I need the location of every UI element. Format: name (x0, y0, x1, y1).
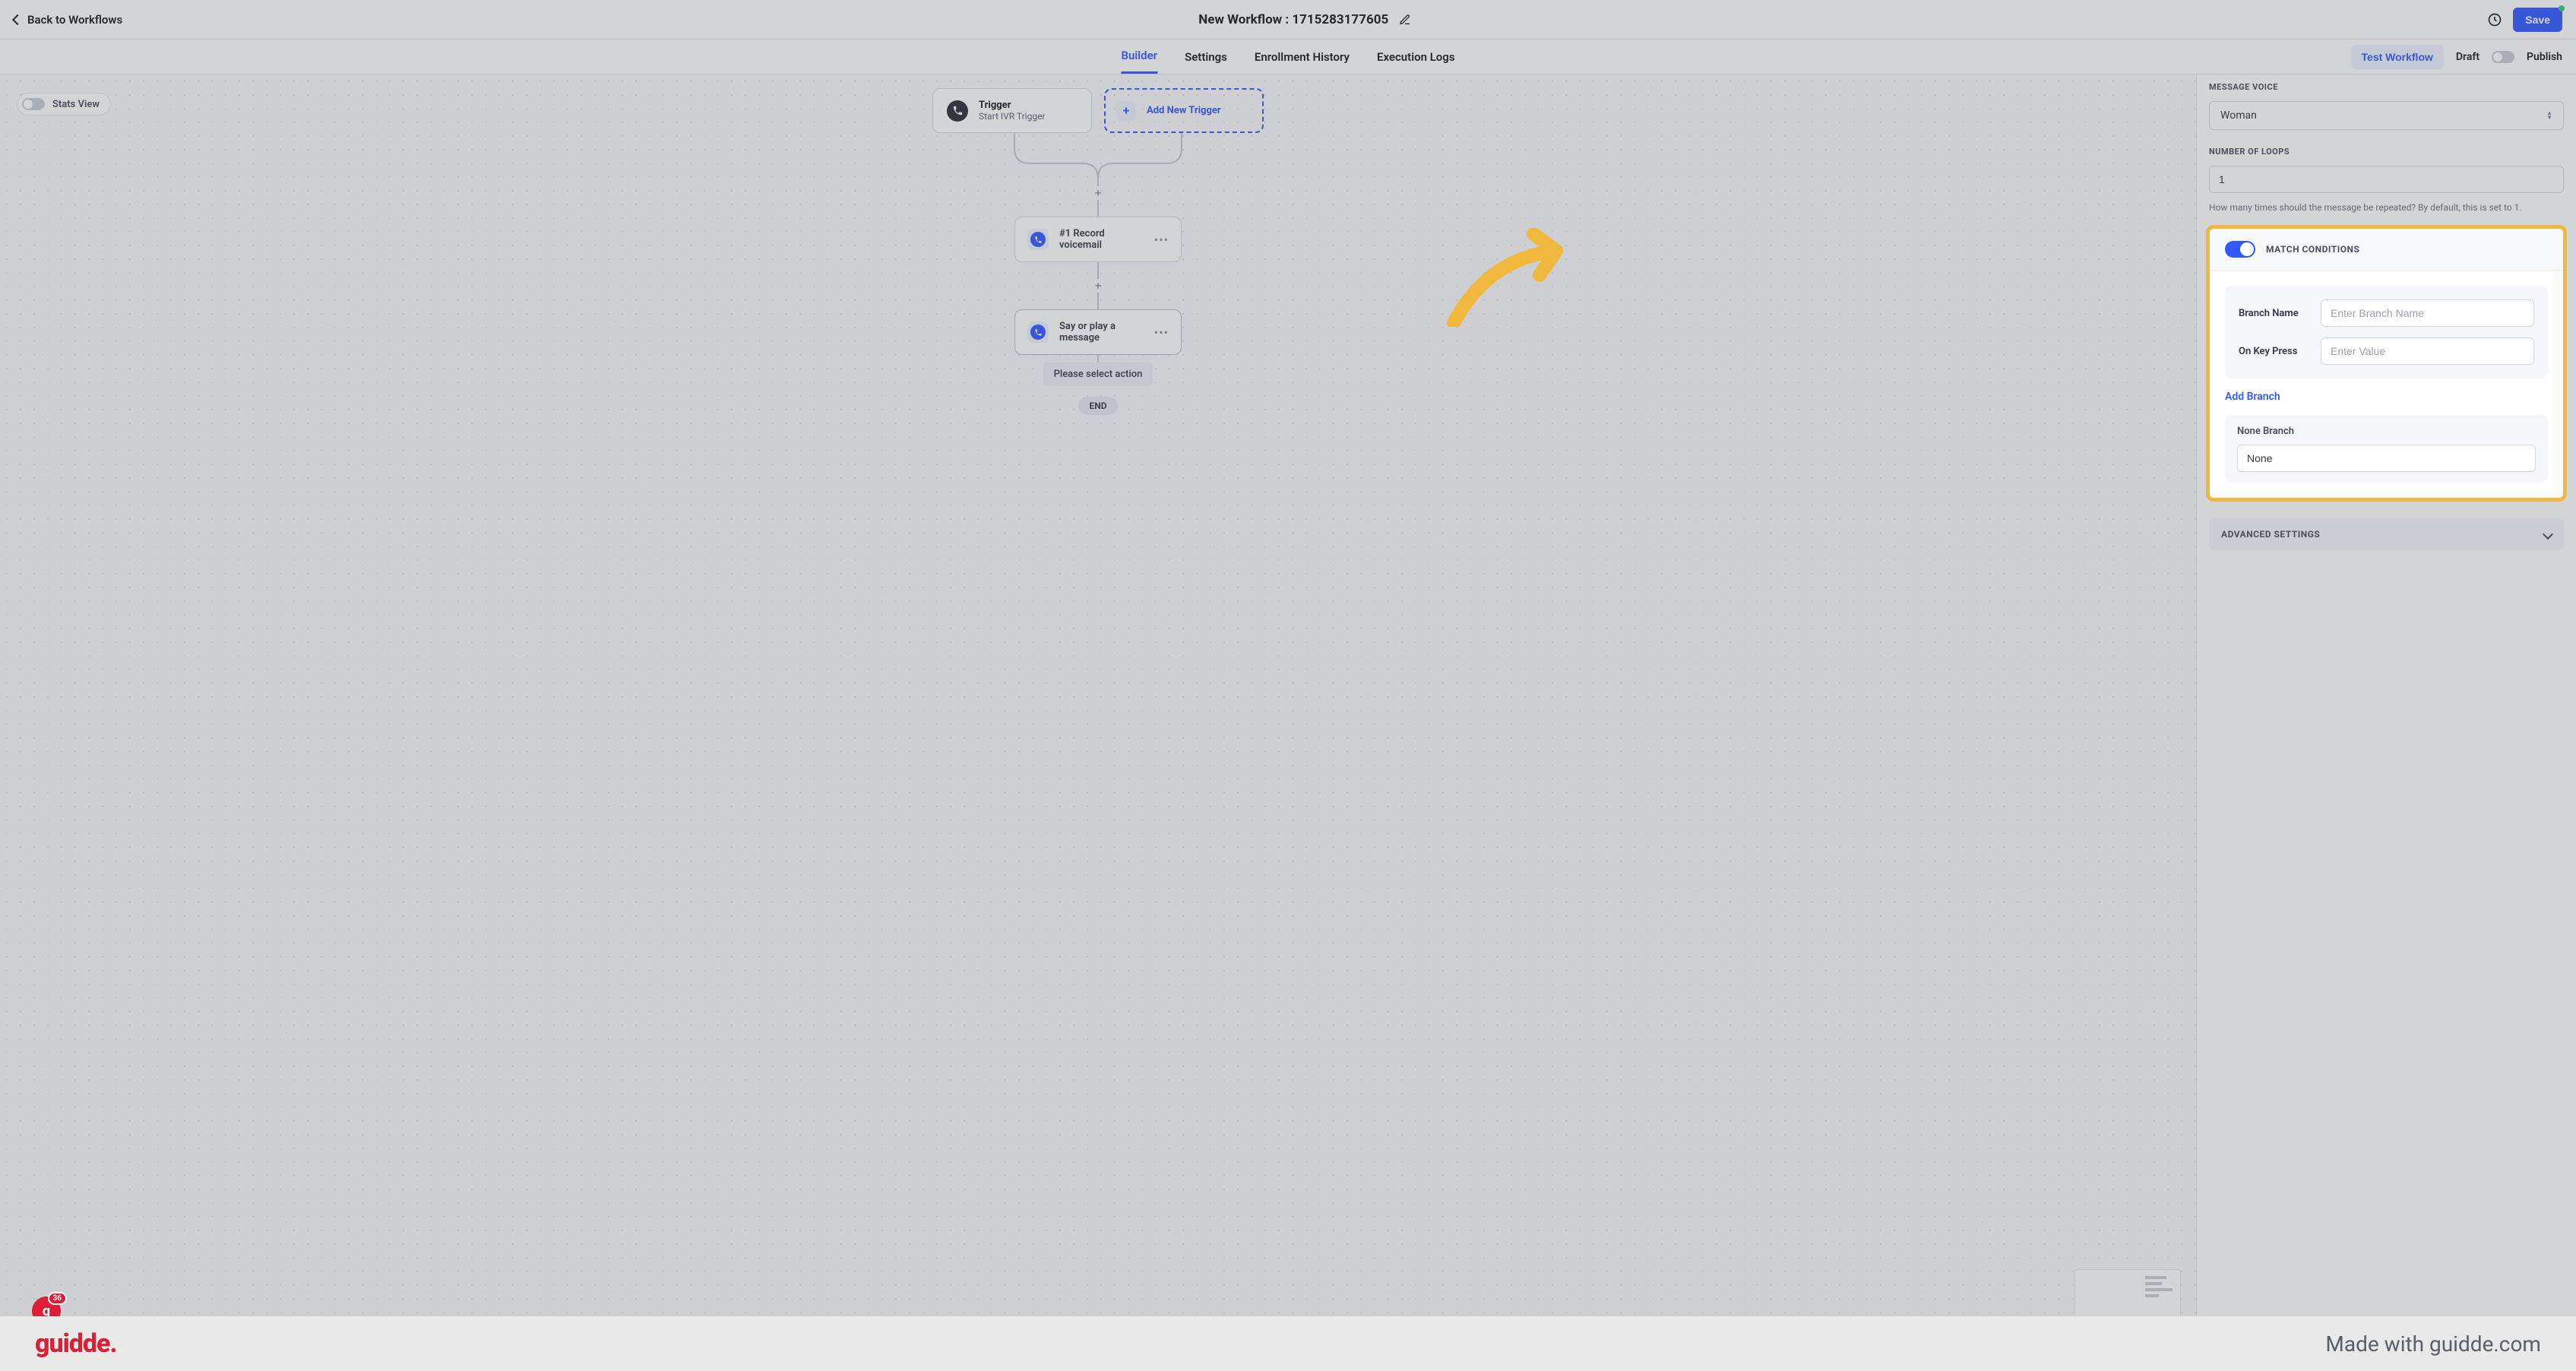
canvas-minimap[interactable] (2074, 1269, 2181, 1322)
stats-view-toggle-pill[interactable]: Stats View (17, 93, 111, 116)
connector-line (1097, 293, 1099, 309)
publish-label: Publish (2527, 51, 2562, 63)
test-workflow-button[interactable]: Test Workflow (2351, 45, 2444, 69)
back-to-workflows-link[interactable]: Back to Workflows (14, 13, 122, 27)
chevron-left-icon (12, 14, 23, 24)
phone-out-icon (1030, 232, 1046, 247)
connector-line (1097, 355, 1099, 363)
message-voice-select[interactable]: Woman ▲▼ (2209, 101, 2564, 130)
tab-builder[interactable]: Builder (1121, 40, 1157, 74)
made-with-text: Made with guidde.com (2325, 1331, 2541, 1357)
draft-label: Draft (2456, 51, 2479, 63)
publish-toggle[interactable] (2492, 51, 2514, 63)
match-conditions-section: MATCH CONDITIONS Branch Name On Key Pres… (2206, 225, 2567, 502)
add-branch-link[interactable]: Add Branch (2225, 391, 2548, 403)
none-branch-input[interactable] (2237, 445, 2536, 472)
add-step-plus[interactable]: + (1091, 186, 1105, 200)
minimap-bar (2145, 1282, 2162, 1285)
step-icon-bg (1027, 229, 1049, 250)
end-node: END (1078, 397, 1117, 415)
pencil-icon[interactable] (1399, 14, 1411, 26)
chevron-down-icon (2543, 529, 2553, 540)
guidde-badge-count: 36 (48, 1292, 67, 1305)
history-icon[interactable] (2487, 12, 2502, 27)
connector-line (1097, 200, 1099, 217)
back-label: Back to Workflows (27, 13, 122, 27)
add-step-plus[interactable]: + (1091, 279, 1105, 293)
guidde-logo: guidde. (35, 1328, 117, 1359)
select-action-button[interactable]: Please select action (1043, 363, 1154, 386)
step-say-play-message[interactable]: Say or play a message ••• (1014, 309, 1182, 355)
step-menu-icon[interactable]: ••• (1154, 233, 1169, 247)
step-icon-bg (1027, 321, 1049, 343)
none-branch-label: None Branch (2237, 426, 2536, 437)
save-button[interactable]: Save (2513, 8, 2562, 32)
tab-settings[interactable]: Settings (1185, 40, 1227, 74)
message-voice-section-label: MESSAGE VOICE (2209, 82, 2564, 92)
none-branch-box: None Branch (2225, 415, 2548, 483)
branch-config-box: Branch Name On Key Press (2225, 286, 2548, 378)
add-trigger-label: Add New Trigger (1147, 105, 1221, 116)
loops-section-label: NUMBER OF LOOPS (2209, 147, 2564, 157)
key-press-label: On Key Press (2239, 346, 2309, 357)
select-arrows-icon: ▲▼ (2546, 111, 2552, 120)
match-conditions-toggle[interactable] (2225, 241, 2255, 258)
branch-name-label: Branch Name (2239, 308, 2309, 319)
phone-icon (947, 100, 968, 122)
minimap-bar (2145, 1294, 2159, 1297)
plus-icon: + (1116, 101, 1136, 121)
trigger-card[interactable]: Trigger Start IVR Trigger (932, 88, 1092, 133)
stats-view-label: Stats View (52, 99, 100, 110)
loops-input[interactable] (2209, 166, 2564, 193)
connector-line (1097, 262, 1099, 279)
advanced-settings-label: ADVANCED SETTINGS (2221, 529, 2320, 540)
workflow-title: New Workflow : 1715283177605 (1198, 12, 1388, 27)
trigger-subtitle: Start IVR Trigger (979, 111, 1046, 122)
stats-view-toggle[interactable] (22, 98, 45, 110)
step-menu-icon[interactable]: ••• (1154, 325, 1169, 340)
advanced-settings-section[interactable]: ADVANCED SETTINGS (2209, 518, 2564, 550)
match-conditions-title: MATCH CONDITIONS (2266, 244, 2359, 255)
trigger-title: Trigger (979, 100, 1046, 111)
minimap-bar (2145, 1276, 2166, 1279)
message-voice-value: Woman (2220, 109, 2257, 122)
connector-line (931, 133, 1265, 186)
properties-panel: MESSAGE VOICE Woman ▲▼ NUMBER OF LOOPS H… (2196, 74, 2576, 1371)
branch-name-input[interactable] (2321, 299, 2534, 327)
minimap-bar (2145, 1288, 2173, 1291)
tab-execution-logs[interactable]: Execution Logs (1377, 40, 1455, 74)
workflow-canvas[interactable]: Stats View Trigger Start IVR Trigger (0, 74, 2196, 1371)
key-press-input[interactable] (2321, 337, 2534, 365)
step1-label: #1 Record voicemail (1059, 228, 1144, 251)
loops-help-text: How many times should the message be rep… (2209, 202, 2564, 213)
guidde-footer: guidde. Made with guidde.com (0, 1316, 2576, 1371)
step2-label: Say or play a message (1059, 321, 1144, 344)
phone-out-icon (1030, 325, 1046, 340)
step-record-voicemail[interactable]: #1 Record voicemail ••• (1014, 217, 1182, 262)
tab-enrollment-history[interactable]: Enrollment History (1255, 40, 1350, 74)
add-new-trigger-button[interactable]: + Add New Trigger (1104, 88, 1264, 133)
